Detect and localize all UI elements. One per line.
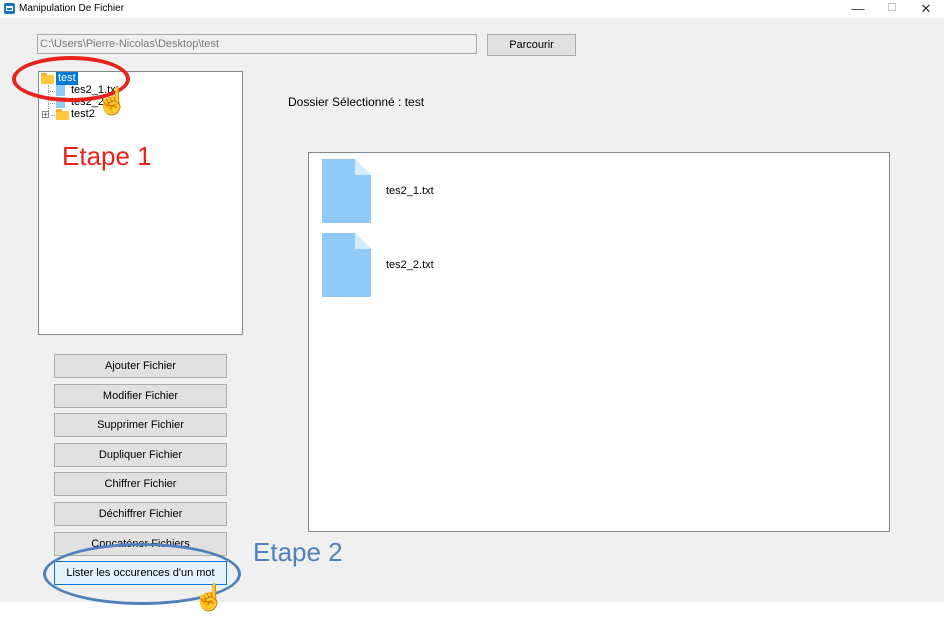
folder-tree[interactable]: test tes2_1.txt tes2_2.txt + test2	[38, 71, 243, 335]
delete-file-button[interactable]: Supprimer Fichier	[54, 413, 227, 437]
title-bar: Manipulation De Fichier — ☐ ✕	[0, 0, 944, 18]
minimize-button[interactable]: —	[843, 0, 873, 18]
tree-node-label: test2	[71, 108, 95, 120]
step1-annotation: Etape 1	[62, 141, 152, 171]
hand-pointer-icon: ☝	[193, 582, 226, 612]
path-field[interactable]: C:\Users\Pierre-Nicolas\Desktop\test	[37, 34, 477, 54]
tree-connector	[51, 115, 55, 116]
decrypt-file-button[interactable]: Déchiffrer Fichier	[54, 502, 227, 526]
app-window-icon	[4, 3, 15, 14]
modify-file-button[interactable]: Modifier Fichier	[54, 384, 227, 408]
close-button[interactable]: ✕	[911, 0, 941, 18]
step2-annotation: Etape 2	[253, 537, 343, 567]
file-name: tes2_2.txt	[386, 259, 434, 271]
duplicate-file-button[interactable]: Dupliquer Fichier	[54, 443, 227, 467]
file-icon	[322, 233, 371, 297]
maximize-button[interactable]: ☐	[877, 0, 907, 18]
file-list-panel[interactable]: tes2_1.txt tes2_2.txt	[308, 152, 890, 532]
file-icon	[322, 159, 371, 223]
file-name: tes2_1.txt	[386, 185, 434, 197]
add-file-button[interactable]: Ajouter Fichier	[54, 354, 227, 378]
folder-icon	[56, 109, 69, 120]
selected-folder-label: Dossier Sélectionné : test	[288, 95, 425, 109]
tree-connector	[48, 103, 55, 104]
hand-pointer-icon: ☝	[96, 86, 129, 116]
window-title: Manipulation De Fichier	[19, 3, 125, 14]
browse-button[interactable]: Parcourir	[487, 34, 576, 56]
encrypt-file-button[interactable]: Chiffrer Fichier	[54, 472, 227, 496]
expand-toggle[interactable]: +	[42, 111, 49, 119]
